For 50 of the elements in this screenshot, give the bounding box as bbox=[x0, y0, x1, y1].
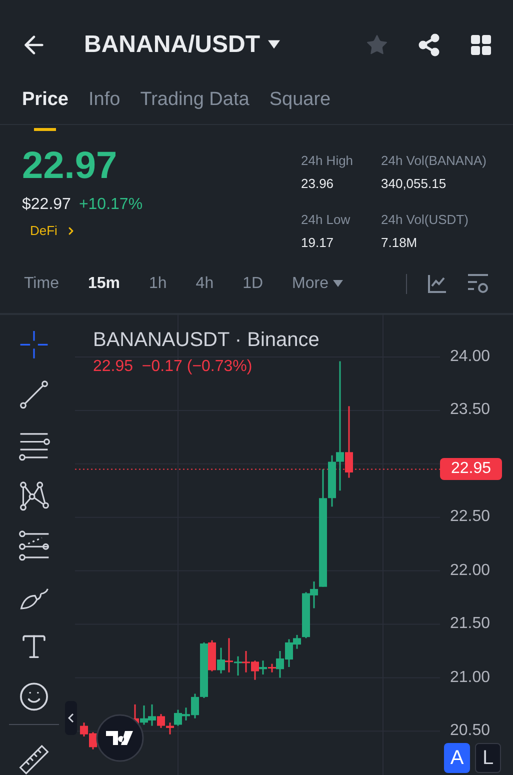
chevron-icon[interactable] bbox=[68, 713, 74, 723]
fib-icon[interactable] bbox=[18, 530, 50, 562]
line-icon[interactable] bbox=[18, 379, 50, 411]
last-price-label: 22.95 bbox=[440, 458, 502, 480]
category-link[interactable]: DeFi bbox=[30, 221, 143, 240]
price-axis-label: 22.00 bbox=[450, 560, 490, 581]
price-axis-label: 21.50 bbox=[450, 614, 490, 634]
interval-tab[interactable]: 15m bbox=[88, 272, 120, 296]
interval-tab[interactable]: 4h bbox=[196, 272, 214, 296]
interval-tab[interactable]: 1D bbox=[242, 272, 264, 296]
interval-tab[interactable]: 1h bbox=[149, 272, 167, 296]
stat-value: 7.18M bbox=[381, 234, 418, 252]
price-axis-label: 24.00 bbox=[450, 347, 490, 367]
settings-icon[interactable] bbox=[467, 273, 489, 295]
price-axis-label: 21.00 bbox=[450, 668, 490, 688]
tab[interactable]: Price bbox=[22, 86, 68, 130]
usd-price: $22.97 bbox=[22, 195, 71, 215]
last-price: 22.97 bbox=[22, 144, 118, 189]
price-axis-label: 20.50 bbox=[450, 721, 490, 742]
crosshair-icon[interactable] bbox=[18, 329, 50, 360]
stat-value: 19.17 bbox=[301, 234, 335, 252]
share-icon[interactable] bbox=[417, 33, 441, 57]
emoji-icon[interactable] bbox=[18, 681, 50, 713]
stat-label: 24h Vol(BANANA) bbox=[381, 152, 488, 170]
tab[interactable]: Trading Data bbox=[140, 86, 250, 130]
chart-symbol: BANANAUSDT · Binance bbox=[93, 328, 320, 353]
price-change: +10.17% bbox=[78, 195, 143, 215]
ruler-icon[interactable] bbox=[18, 744, 50, 775]
star-icon[interactable] bbox=[365, 33, 389, 57]
stat-label: 24h Vol(USDT) bbox=[381, 211, 470, 229]
pair-title[interactable]: BANANA/USDT bbox=[84, 27, 260, 63]
stat-label: 24h High bbox=[301, 152, 354, 170]
price-axis-label: 23.50 bbox=[450, 400, 490, 420]
stat-value: 23.96 bbox=[301, 174, 335, 192]
ohlc-readout: 22.95 −0.17 (−0.73%) bbox=[93, 357, 254, 377]
grid-icon[interactable] bbox=[469, 33, 493, 57]
tab[interactable]: Info bbox=[88, 86, 120, 130]
scale-button[interactable]: A bbox=[444, 743, 470, 773]
interval-tab[interactable]: Time bbox=[24, 272, 59, 296]
interval-tab[interactable]: More bbox=[292, 272, 342, 296]
pattern-icon[interactable] bbox=[18, 480, 50, 512]
scale-button[interactable]: L bbox=[475, 743, 501, 773]
caret-icon bbox=[332, 280, 342, 288]
price-axis-label: 22.50 bbox=[450, 507, 490, 528]
tab[interactable]: Square bbox=[269, 86, 331, 130]
caret-icon[interactable] bbox=[268, 40, 280, 50]
stat-value: 340,055.15 bbox=[381, 174, 448, 192]
chart-icon[interactable] bbox=[427, 274, 447, 294]
logo-icon[interactable] bbox=[96, 714, 144, 762]
stat-label: 24h Low bbox=[301, 211, 352, 229]
